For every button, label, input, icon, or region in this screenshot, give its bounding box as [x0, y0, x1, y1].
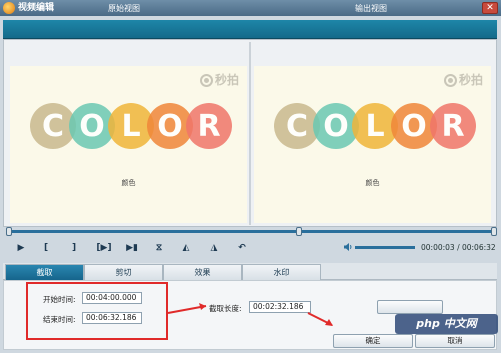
timeline-end-handle[interactable] [491, 227, 497, 236]
start-time-field[interactable]: 00:04:00.000 [82, 292, 142, 304]
camera-icon [199, 74, 213, 87]
color-circle: R [186, 103, 232, 149]
timeline-bar[interactable] [6, 230, 496, 233]
clip-length-field: 00:02:32.186 [249, 301, 311, 313]
output-view-title: 输出视图 [355, 4, 387, 13]
tab-clip[interactable]: 截取 [5, 264, 84, 280]
tab-effects[interactable]: 效果 [163, 264, 242, 280]
watermark: 秒拍 [199, 73, 239, 87]
arrow-icon [307, 312, 333, 326]
split-button[interactable]: ⧖ [151, 241, 167, 255]
preview-caption: 颜色 [365, 179, 380, 187]
tab-watermark[interactable]: 水印 [242, 264, 321, 280]
camera-icon [443, 74, 457, 87]
cancel-button[interactable]: 取消 [415, 334, 495, 348]
timeline-playhead[interactable] [296, 227, 302, 236]
start-time-label: 开始时间: [43, 295, 76, 304]
preview-caption: 颜色 [121, 179, 136, 187]
close-button[interactable]: ✕ [482, 2, 498, 14]
app-icon [3, 2, 15, 14]
view-header [3, 20, 497, 39]
output-preview: 秒拍 C O L O R 颜色 [254, 66, 491, 223]
volume-icon[interactable] [343, 242, 353, 252]
php-watermark: php 中文网 [395, 314, 498, 334]
end-time-field[interactable]: 00:06:32.186 [82, 312, 142, 324]
play-segment-button[interactable]: [▶] [94, 241, 114, 255]
original-view-title: 原始视图 [108, 4, 140, 13]
mark-out-button[interactable]: ] [66, 241, 82, 255]
undo-button[interactable]: ↶ [234, 241, 250, 255]
play-button[interactable]: ▶ [13, 241, 29, 255]
title-bar [0, 0, 501, 16]
tab-cut[interactable]: 剪切 [84, 264, 163, 280]
watermark: 秒拍 [443, 73, 483, 87]
set-button[interactable] [377, 300, 443, 314]
highlight-box [26, 282, 168, 340]
view-divider [249, 42, 251, 225]
step-button[interactable]: ▶▮ [124, 241, 140, 255]
volume-slider[interactable] [355, 246, 415, 249]
trim-right-button[interactable]: ◮ [206, 241, 222, 255]
trim-left-button[interactable]: ◭ [178, 241, 194, 255]
color-circle: R [430, 103, 476, 149]
time-readout: 00:00:03 / 00:06:32 [421, 243, 496, 252]
ok-button[interactable]: 确定 [333, 334, 413, 348]
end-time-label: 结束时间: [43, 315, 76, 324]
timeline-start-handle[interactable] [6, 227, 12, 236]
window-title: 视频编辑 [18, 3, 55, 13]
mark-in-button[interactable]: [ [38, 241, 54, 255]
clip-length-label: 截取长度: [209, 304, 242, 313]
original-preview: 秒拍 C O L O R 颜色 [10, 66, 247, 223]
